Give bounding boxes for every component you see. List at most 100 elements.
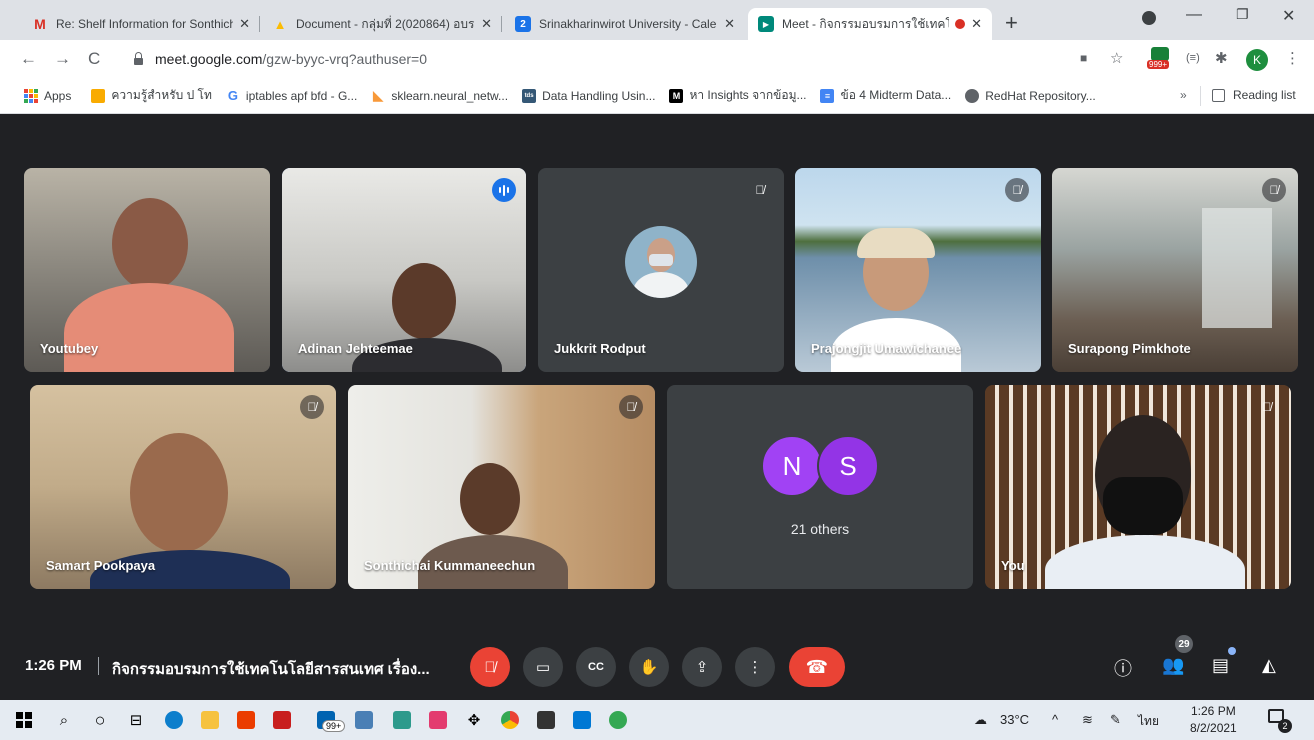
participant-tile-you[interactable]: 🎙̸ You xyxy=(985,385,1291,589)
clock-time: 1:26 PM xyxy=(1191,704,1236,718)
wifi-icon[interactable]: ≋ xyxy=(1082,712,1093,728)
mail-app-icon[interactable]: 99+ xyxy=(306,708,346,732)
paint-app-icon[interactable] xyxy=(390,708,414,732)
tab-title: Meet - กิจกรรมอบรมการใช้เทคโ xyxy=(782,16,950,31)
tab-calendar[interactable]: 2 Srinakharinwirot University - Cale ✕ xyxy=(505,8,745,40)
app-icon[interactable] xyxy=(426,708,450,732)
pen-icon[interactable]: ✎ xyxy=(1110,712,1121,728)
office-icon[interactable] xyxy=(234,708,258,732)
reload-icon[interactable]: C xyxy=(88,49,100,69)
close-icon[interactable]: ✕ xyxy=(481,16,492,32)
network-app-icon[interactable] xyxy=(352,708,376,732)
hand-icon: ✋ xyxy=(639,659,659,676)
file-explorer-icon[interactable] xyxy=(198,708,222,732)
menu-kebab-icon[interactable]: ⋮ xyxy=(1285,49,1300,67)
bookmark-apps[interactable]: Apps xyxy=(24,88,71,103)
bookmark-label: ข้อ 4 Midterm Data... xyxy=(840,88,952,102)
puzzle-icon[interactable]: ✱ xyxy=(1215,49,1228,67)
input-language[interactable]: ไทย xyxy=(1138,712,1159,731)
present-screen-icon: ⇪ xyxy=(695,659,709,676)
tab-search-icon[interactable] xyxy=(1142,11,1156,25)
browser-tab-strip: M Re: Shelf Information for Sonthich ✕ ▲… xyxy=(0,0,1314,40)
back-arrow-icon[interactable]: ← xyxy=(20,49,37,69)
participant-tile-jukkrit[interactable]: 🎙̸ Jukkrit Rodput xyxy=(538,168,784,372)
camera-toggle-button[interactable]: ▭ xyxy=(523,647,563,687)
chevron-up-icon[interactable]: ^ xyxy=(1052,712,1058,727)
new-tab-icon[interactable]: + xyxy=(1005,10,1018,36)
bookmark-data-handling[interactable]: tds Data Handling Usin... xyxy=(522,88,655,103)
participant-tile-adinan[interactable]: Adinan Jehteemae xyxy=(282,168,526,372)
weather-icon[interactable]: ☁ xyxy=(974,712,987,728)
reading-list-label: Reading list xyxy=(1233,88,1296,102)
info-icon[interactable]: ⓘ xyxy=(1114,655,1132,681)
gmail-icon: M xyxy=(34,16,46,32)
more-bookmarks-icon[interactable]: » xyxy=(1180,88,1187,102)
close-icon[interactable]: ✕ xyxy=(971,16,982,32)
bookmark-redhat[interactable]: RedHat Repository... xyxy=(965,88,1096,103)
activities-icon[interactable]: ◭ xyxy=(1262,655,1276,676)
close-icon[interactable]: ✕ xyxy=(724,16,735,32)
bookmark-insights[interactable]: M หา Insights จากข้อมู... xyxy=(669,86,806,105)
participant-avatar xyxy=(625,226,697,298)
window-close-icon[interactable]: ✕ xyxy=(1282,6,1295,26)
chat-icon[interactable]: ▤ xyxy=(1212,655,1229,676)
temperature[interactable]: 33°C xyxy=(1000,712,1029,727)
leave-call-button[interactable]: ☎ xyxy=(789,647,845,687)
participant-tile-youtubey[interactable]: Youtubey xyxy=(24,168,270,372)
bookmark-folder[interactable]: ความรู้สำหรับ ป โท xyxy=(91,86,212,105)
chrome-profile-icon[interactable] xyxy=(606,708,630,732)
reading-list-icon xyxy=(1212,88,1225,102)
notification-center-icon[interactable]: 2 xyxy=(1268,709,1292,733)
search-icon[interactable]: ⌕ xyxy=(52,708,76,732)
medium-icon: M xyxy=(669,88,684,103)
participant-name: Youtubey xyxy=(40,341,99,356)
bookmark-sklearn[interactable]: ◣ sklearn.neural_netw... xyxy=(371,87,508,103)
chat-unread-dot xyxy=(1228,647,1236,655)
tab-meet[interactable]: ▶ Meet - กิจกรรมอบรมการใช้เทคโ ✕ xyxy=(748,8,992,40)
camera-indicator-icon[interactable]: ■ xyxy=(1080,51,1087,65)
address-bar[interactable]: meet.google.com/gzw-byyc-vrq?authuser=0 xyxy=(120,44,1060,74)
reading-list-button[interactable]: Reading list xyxy=(1212,88,1296,102)
vscode-icon[interactable] xyxy=(570,708,594,732)
meet-stage: Youtubey Adinan Jehteemae 🎙̸ Jukkrit Rod… xyxy=(0,115,1314,700)
participant-tile-samart[interactable]: 🎙̸ Samart Pookpaya xyxy=(30,385,336,589)
drive-icon: ▲ xyxy=(273,16,287,32)
participant-name: Surapong Pimkhote xyxy=(1068,341,1191,356)
participant-hat xyxy=(857,228,935,258)
sklearn-icon: ◣ xyxy=(372,87,384,103)
windows-start-icon[interactable] xyxy=(12,708,36,732)
others-tile[interactable]: N S 21 others xyxy=(667,385,973,589)
bookmark-iptables[interactable]: G iptables apf bfd - G... xyxy=(226,88,357,103)
bookmark-star-icon[interactable]: ☆ xyxy=(1110,49,1123,67)
participant-face xyxy=(112,198,188,290)
present-button[interactable]: ⇪ xyxy=(682,647,722,687)
profile-avatar[interactable]: K xyxy=(1246,49,1268,71)
tab-document[interactable]: ▲ Document - กลุ่มที่ 2(020864) อบร ✕ xyxy=(262,8,502,40)
edge-icon[interactable] xyxy=(162,708,186,732)
extension-badge[interactable]: 999+ xyxy=(1147,47,1173,73)
close-icon[interactable]: ✕ xyxy=(239,16,250,32)
restore-icon[interactable]: ❐ xyxy=(1236,6,1249,23)
raise-hand-button[interactable]: ✋ xyxy=(629,647,669,687)
move-app-icon[interactable]: ✥ xyxy=(462,708,486,732)
minimize-icon[interactable]: — xyxy=(1186,6,1202,24)
participant-tile-surapong[interactable]: 🎙̸ Surapong Pimkhote xyxy=(1052,168,1298,372)
mic-toggle-button[interactable]: 🎙̸ xyxy=(470,647,510,687)
briefcase-icon[interactable] xyxy=(534,708,558,732)
participant-tile-prajongjit[interactable]: 🎙̸ Prajongjit Umawichanee xyxy=(795,168,1041,372)
captions-button[interactable]: CC xyxy=(576,647,616,687)
more-options-button[interactable]: ⋮ xyxy=(735,647,775,687)
task-view-icon[interactable]: ⊟ xyxy=(124,708,148,732)
participant-tile-sonthichai[interactable]: 🎙̸ Sonthichai Kummaneechun xyxy=(348,385,655,589)
store-app-icon[interactable] xyxy=(270,708,294,732)
people-icon[interactable]: 👥 xyxy=(1162,655,1184,676)
tab-gmail[interactable]: M Re: Shelf Information for Sonthich ✕ xyxy=(22,8,260,40)
speaking-indicator-icon xyxy=(492,178,516,202)
cortana-icon[interactable]: ○ xyxy=(88,708,112,732)
system-clock[interactable]: 1:26 PM 8/2/2021 xyxy=(1190,703,1237,737)
tab-title: Srinakharinwirot University - Cale xyxy=(539,17,717,31)
chrome-icon[interactable] xyxy=(498,708,522,732)
extension-json-icon[interactable]: (≡) xyxy=(1186,52,1200,64)
forward-arrow-icon[interactable]: → xyxy=(54,49,71,69)
bookmark-midterm[interactable]: ≡ ข้อ 4 Midterm Data... xyxy=(820,86,951,105)
